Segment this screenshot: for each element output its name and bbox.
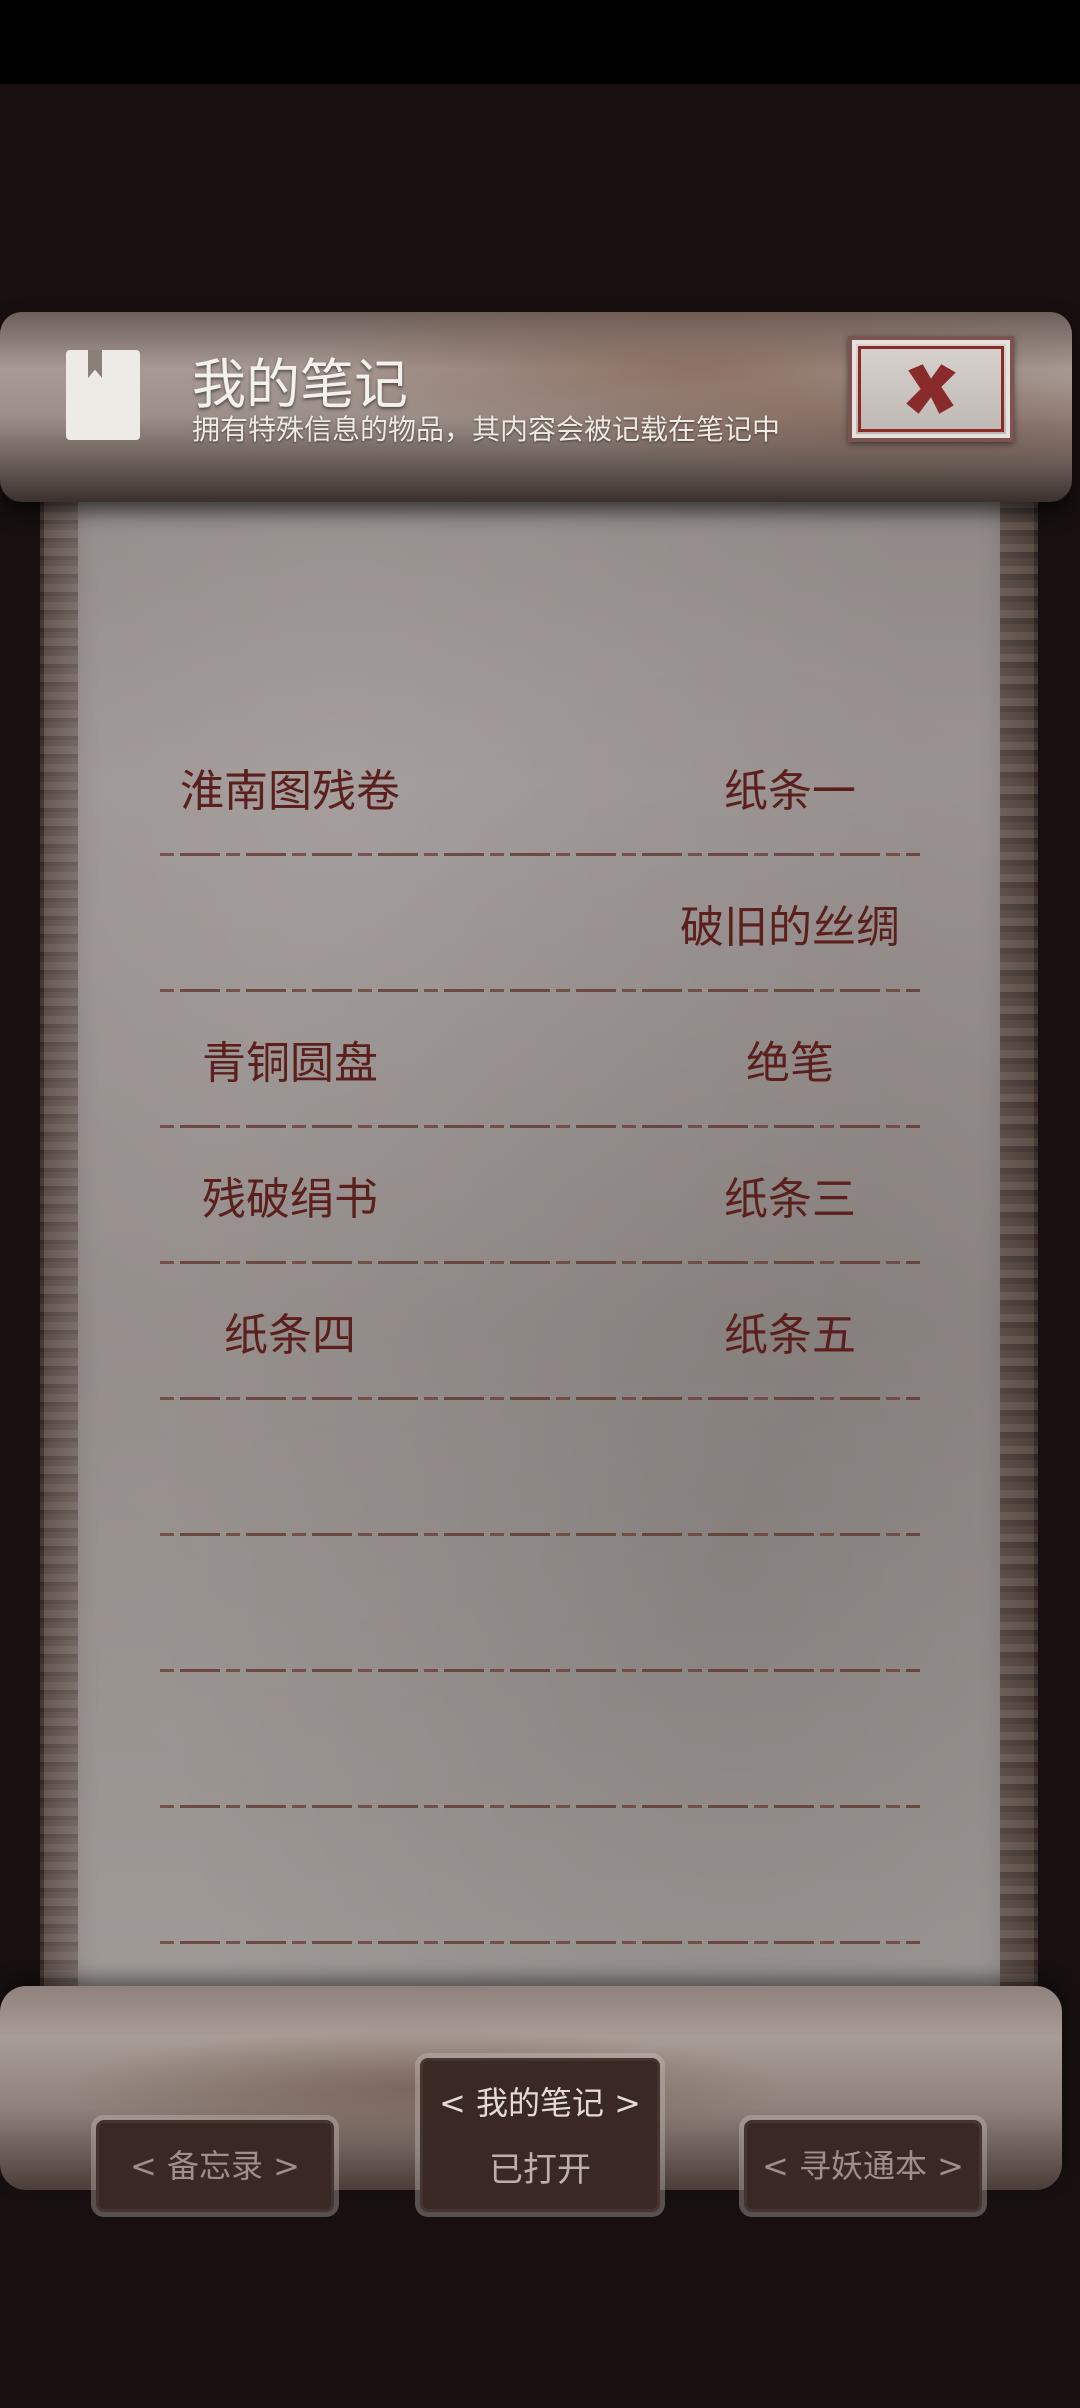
page-subtitle: 拥有特殊信息的物品，其内容会被记载在笔记中 [192,413,781,446]
note-item [160,1694,420,1784]
note-item[interactable]: 破旧的丝绸 [660,878,920,968]
tab-my-notes-status: 已打开 [489,2150,591,2190]
tab-memo[interactable]: < 备忘录 > [96,2120,334,2212]
note-item [660,1422,920,1512]
list-item: 破旧的丝绸 [160,856,920,992]
tab-memo-label: < 备忘录 > [130,2147,300,2185]
tab-my-notes-label: < 我的笔记 > [439,2084,641,2122]
bottom-backdrop [0,2206,1080,2408]
note-item[interactable]: 青铜圆盘 [160,1014,420,1104]
note-item[interactable]: 残破绢书 [160,1150,420,1240]
note-item [660,1830,920,1920]
note-item [160,1422,420,1512]
note-item[interactable]: 纸条四 [160,1286,420,1376]
note-item [160,1558,420,1648]
note-item[interactable]: 淮南图残卷 [160,742,420,832]
row-divider [160,1941,920,1944]
tab-bestiary[interactable]: < 寻妖通本 > [744,2120,982,2212]
close-icon [906,364,956,414]
list-item [160,1672,920,1808]
notes-list: 淮南图残卷 纸条一 破旧的丝绸 青铜圆盘 绝笔 残破绢书 纸条三 纸条四 纸条五 [160,720,920,1944]
list-item: 青铜圆盘 绝笔 [160,992,920,1128]
note-item [660,1694,920,1784]
tab-my-notes[interactable]: < 我的笔记 > 已打开 [420,2058,660,2212]
close-button[interactable] [848,336,1014,442]
tab-bestiary-label: < 寻妖通本 > [762,2147,964,2185]
list-item [160,1400,920,1536]
list-item: 淮南图残卷 纸条一 [160,720,920,856]
list-item: 残破绢书 纸条三 [160,1128,920,1264]
list-item [160,1536,920,1672]
note-item[interactable]: 纸条五 [660,1286,920,1376]
list-item: 纸条四 纸条五 [160,1264,920,1400]
status-bar [0,0,1080,84]
list-item [160,1808,920,1944]
scroll-edge-left [40,470,78,2030]
note-item [160,1830,420,1920]
note-item[interactable]: 绝笔 [660,1014,920,1104]
notes-screen: 我的笔记 拥有特殊信息的物品，其内容会被记载在笔记中 淮南图残卷 纸条一 破旧的… [0,0,1080,2408]
note-item[interactable]: 纸条三 [660,1150,920,1240]
note-item [160,878,420,968]
note-item [660,1558,920,1648]
notebook-icon [66,350,140,440]
scroll-edge-right [1000,470,1038,2030]
note-item[interactable]: 纸条一 [660,742,920,832]
